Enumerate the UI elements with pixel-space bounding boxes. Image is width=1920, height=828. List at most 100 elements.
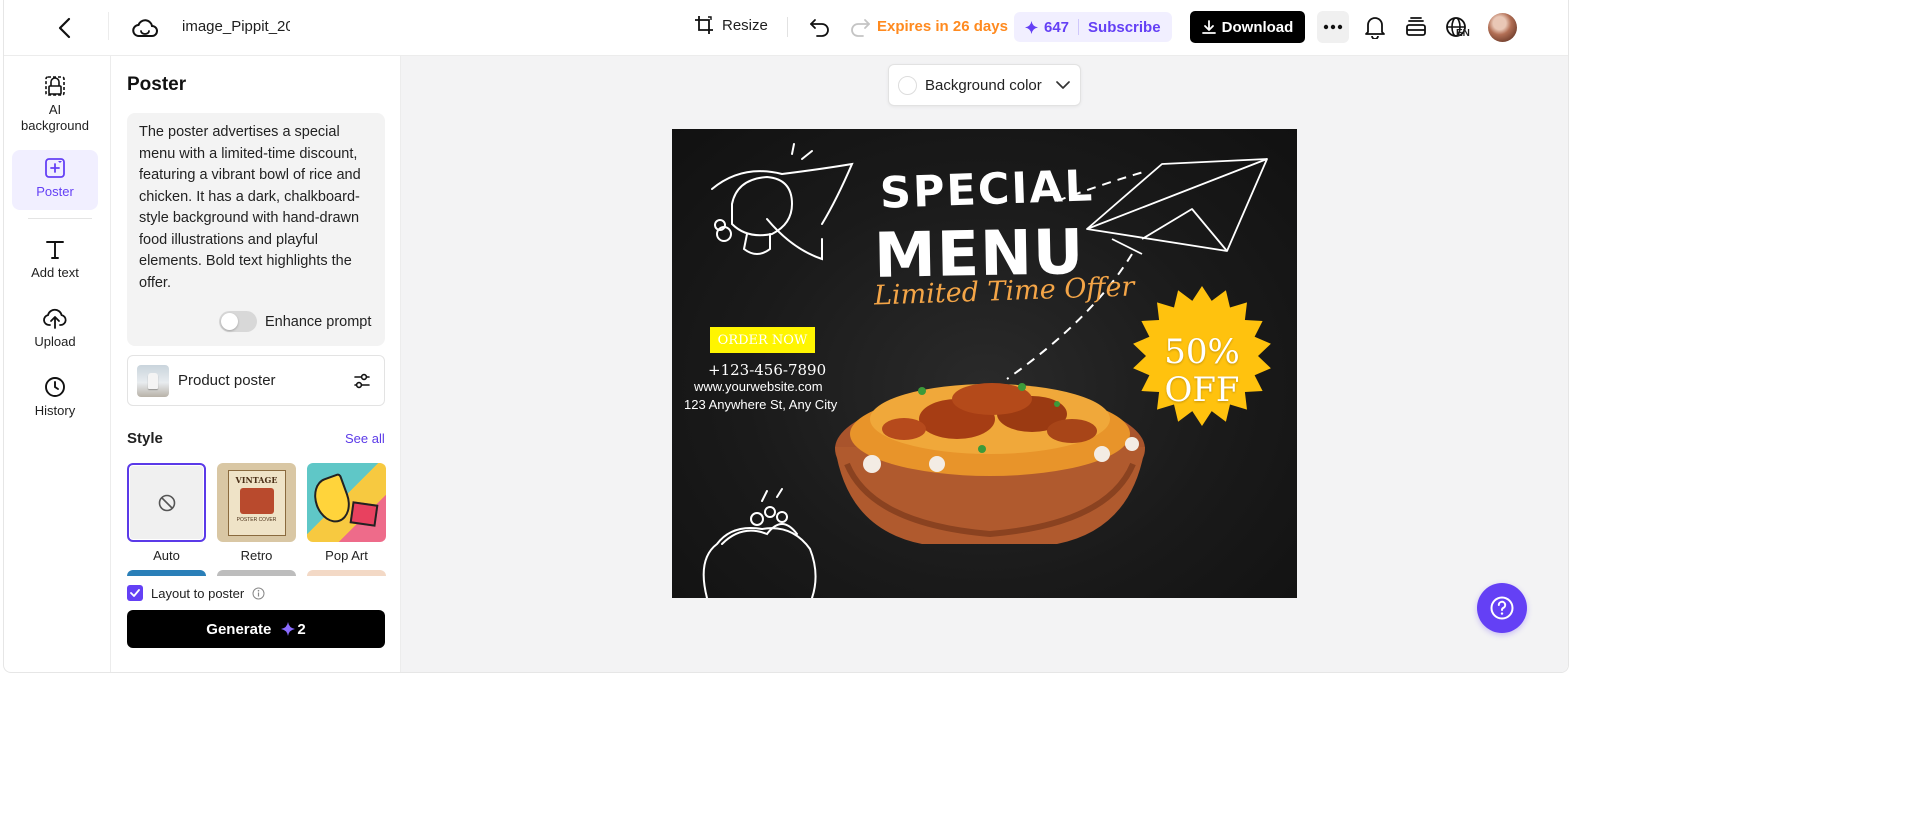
ai-background-icon xyxy=(45,76,65,96)
expires-notice[interactable]: Expires in 26 days xyxy=(877,18,1008,35)
style-name: Retro xyxy=(240,548,273,563)
prompt-textarea[interactable]: The poster advertises a special menu wit… xyxy=(139,122,375,294)
undo-button[interactable] xyxy=(807,14,833,40)
poster-address[interactable]: 123 Anywhere St, Any City xyxy=(684,397,837,412)
download-button[interactable]: Download xyxy=(1190,11,1305,43)
rail-item-label: AI background xyxy=(21,102,89,133)
layers-icon xyxy=(1406,17,1426,36)
chef-hat-doodle xyxy=(711,143,854,261)
undo-icon xyxy=(810,19,829,37)
rice-bowl-image xyxy=(835,383,1145,544)
top-bar: image_Pippit_20 Resize Expires in 26 day… xyxy=(4,0,1568,56)
resize-icon xyxy=(695,16,713,34)
box-illustration xyxy=(349,501,379,527)
poster-icon xyxy=(45,158,65,178)
poster-canvas[interactable]: SPECIAL MENU Limited Time Offer ORDER NO… xyxy=(672,129,1297,598)
background-color-label: Background color xyxy=(925,76,1042,94)
resize-button[interactable]: Resize xyxy=(694,15,768,35)
product-poster-selector[interactable]: Product poster xyxy=(127,355,385,406)
help-button[interactable] xyxy=(1477,583,1527,633)
language-code: EN xyxy=(1456,28,1470,39)
enhance-prompt-row: Enhance prompt xyxy=(219,311,371,332)
enhance-prompt-label: Enhance prompt xyxy=(265,313,372,330)
info-icon[interactable] xyxy=(252,587,265,600)
style-card-pop-art[interactable]: Pop Art xyxy=(307,463,386,563)
check-icon xyxy=(130,589,140,597)
rail-item-label: Upload xyxy=(34,334,76,349)
layout-to-poster-row: Layout to poster xyxy=(127,585,265,601)
cloud-icon xyxy=(132,19,158,37)
poster-website[interactable]: www.yourwebsite.com xyxy=(694,379,823,394)
back-button[interactable] xyxy=(51,14,79,42)
left-rail: AI background Poster Add text Upload His… xyxy=(4,56,111,672)
notifications-button[interactable] xyxy=(1360,13,1390,41)
background-color-swatch xyxy=(898,75,917,95)
more-options-button[interactable] xyxy=(1317,11,1349,43)
poster-panel: Poster The poster advertises a special m… xyxy=(111,56,401,672)
more-horizontal-icon xyxy=(1323,24,1343,30)
product-label: Product poster xyxy=(178,372,276,389)
style-section-label: Style xyxy=(127,430,163,447)
style-card-retro[interactable]: VINTAGE POSTER COVER Retro xyxy=(217,463,296,563)
layout-to-poster-checkbox[interactable] xyxy=(127,585,143,601)
rail-item-poster[interactable]: Poster xyxy=(12,150,98,210)
sliders-icon xyxy=(354,373,370,388)
canvas-area: Background color SPECIAL MENU Limited Ti… xyxy=(401,56,1568,672)
poster-headline-special[interactable]: SPECIAL xyxy=(879,161,1095,218)
subscribe-link[interactable]: Subscribe xyxy=(1088,19,1161,36)
divider xyxy=(1078,19,1080,35)
redo-button[interactable] xyxy=(847,14,873,40)
clock-icon xyxy=(45,377,65,397)
poster-discount-text[interactable]: 50% OFF xyxy=(1154,333,1250,409)
file-name[interactable]: image_Pippit_20 xyxy=(182,18,290,35)
chevron-left-icon xyxy=(58,17,71,39)
prompt-box[interactable]: The poster advertises a special menu wit… xyxy=(127,113,385,346)
avatar[interactable] xyxy=(1488,13,1517,42)
generate-button[interactable]: Generate 2 xyxy=(127,610,385,648)
rail-item-upload[interactable]: Upload xyxy=(12,300,98,356)
retro-thumb-art xyxy=(239,487,274,514)
generate-cost-value: 2 xyxy=(297,620,306,638)
retro-thumb-title: VINTAGE xyxy=(235,474,278,485)
discount-off: OFF xyxy=(1164,370,1240,410)
style-card-auto[interactable]: Auto xyxy=(127,463,206,563)
discount-percent: 50% xyxy=(1164,332,1240,372)
style-card-peek xyxy=(307,570,386,576)
upload-cloud-icon xyxy=(43,308,67,329)
background-color-button[interactable]: Background color xyxy=(888,64,1081,106)
food-doodle-bottom xyxy=(702,488,817,598)
credits-pill[interactable]: 647 Subscribe xyxy=(1014,12,1172,42)
poster-phone[interactable]: +123-456-7890 xyxy=(708,361,826,379)
generate-cost: 2 xyxy=(281,620,306,638)
resize-label: Resize xyxy=(722,16,768,34)
stack-button[interactable] xyxy=(1401,13,1431,41)
style-card-peek xyxy=(127,570,206,576)
see-all-link[interactable]: See all xyxy=(345,431,385,446)
redo-icon xyxy=(851,19,870,37)
download-label: Download xyxy=(1221,18,1294,36)
bell-icon xyxy=(1365,17,1385,39)
help-icon xyxy=(1490,596,1514,620)
layout-to-poster-label: Layout to poster xyxy=(151,585,245,601)
no-style-icon xyxy=(158,494,175,511)
cloud-save-button[interactable] xyxy=(130,14,160,42)
retro-poster-image: VINTAGE POSTER COVER xyxy=(227,469,286,536)
generate-label: Generate xyxy=(206,620,272,638)
paper-plane-doodle xyxy=(1086,158,1268,255)
rail-item-ai-background[interactable]: AI background xyxy=(12,68,98,140)
text-icon xyxy=(46,241,64,259)
divider xyxy=(28,218,92,219)
rail-item-label: Poster xyxy=(36,184,74,199)
enhance-prompt-toggle[interactable] xyxy=(219,311,257,332)
product-settings-button[interactable] xyxy=(352,371,372,391)
chevron-down-icon xyxy=(1055,80,1070,89)
rail-item-history[interactable]: History xyxy=(12,369,98,425)
style-card-peek xyxy=(217,570,296,576)
rail-item-add-text[interactable]: Add text xyxy=(12,231,98,287)
product-thumbnail xyxy=(137,364,169,397)
style-name: Pop Art xyxy=(325,548,368,563)
sparkle-icon xyxy=(1025,20,1038,34)
poster-order-now[interactable]: ORDER NOW xyxy=(710,327,815,353)
rail-item-label: Add text xyxy=(31,265,79,280)
download-icon xyxy=(1201,20,1216,34)
